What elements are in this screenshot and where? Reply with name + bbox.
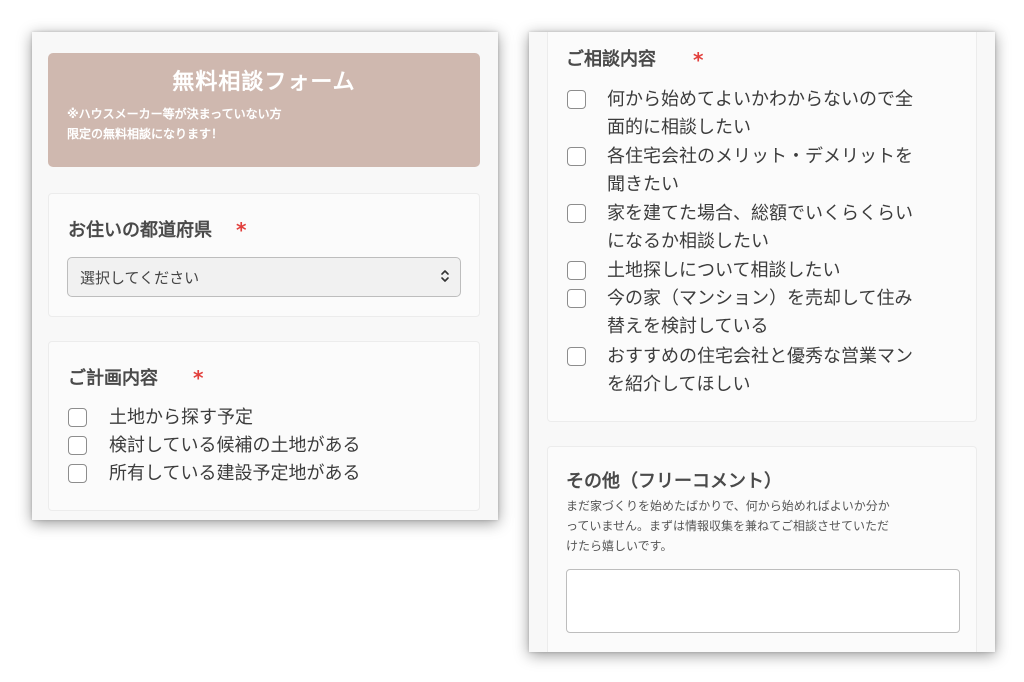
plan-section: ご計画内容 * 土地から探す予定 検討している候補の土地がある 所有している建設…	[48, 341, 480, 511]
consult-option-4-line1[interactable]: 土地探しについて相談したい	[607, 257, 840, 285]
consult-option-1-line1[interactable]: 何から始めてよいかわからないので全	[607, 86, 913, 114]
free-comment-textarea[interactable]	[566, 569, 960, 633]
required-mark: *	[193, 366, 204, 390]
consult-option-3-line1[interactable]: 家を建てた場合、総額でいくらくらい	[607, 200, 913, 228]
plan-checkbox-3[interactable]	[68, 464, 87, 483]
plan-option-2-label[interactable]: 検討している候補の土地がある	[109, 432, 360, 460]
consult-checkbox-3[interactable]	[567, 204, 586, 223]
plan-checkbox-1[interactable]	[68, 408, 87, 427]
consult-checkbox-1[interactable]	[567, 90, 586, 109]
form-title: 無料相談フォーム	[172, 70, 356, 95]
right-form-card: ご相談内容 * 何から始めてよいかわからないので全 面的に相談したい 各住宅会社…	[529, 32, 995, 652]
consult-option-5-line2[interactable]: 替えを検討している	[607, 313, 768, 341]
consult-option-2-line2[interactable]: 聞きたい	[607, 171, 679, 199]
consult-option-5-line1[interactable]: 今の家（マンション）を売却して住み	[607, 285, 912, 313]
prefecture-select[interactable]: 選択してください	[67, 257, 461, 297]
plan-option-3-label[interactable]: 所有している建設予定地がある	[109, 460, 360, 488]
consult-checkbox-6[interactable]	[567, 347, 586, 366]
plan-label: ご計画内容	[68, 368, 158, 389]
form-note-line1: ※ハウスメーカー等が決まっていない方	[67, 107, 282, 121]
form-header-banner: 無料相談フォーム ※ハウスメーカー等が決まっていない方 限定の無料相談になります…	[48, 53, 480, 167]
consult-option-1-line2[interactable]: 面的に相談したい	[607, 114, 751, 142]
consult-option-2-line1[interactable]: 各住宅会社のメリット・デメリットを	[607, 143, 913, 171]
consult-checkbox-2[interactable]	[567, 147, 586, 166]
consult-option-3-line2[interactable]: になるか相談したい	[607, 228, 769, 256]
prefecture-section: お住いの都道府県 * 選択してください	[48, 193, 480, 317]
other-section: その他（フリーコメント） まだ家づくりを始めたばかりで、何から始めればよいか分か…	[547, 446, 977, 652]
select-chevron-icon	[441, 270, 449, 282]
plan-option-1-label[interactable]: 土地から探す予定	[109, 404, 253, 432]
consult-checkbox-4[interactable]	[567, 261, 586, 280]
consult-option-6-line2[interactable]: を紹介してほしい	[607, 371, 750, 399]
other-label: その他（フリーコメント）	[566, 471, 782, 492]
form-note-line2: 限定の無料相談になります！	[67, 127, 224, 141]
prefecture-select-placeholder: 選択してください	[80, 269, 200, 287]
required-mark: *	[693, 48, 704, 72]
prefecture-label: お住いの都道府県	[68, 220, 212, 241]
consult-option-6-line1[interactable]: おすすめの住宅会社と優秀な営業マン	[607, 343, 913, 371]
other-hint-line2: っていません。まずは情報収集を兼ねてご相談させていただ	[566, 519, 890, 533]
consult-label: ご相談内容	[566, 49, 656, 70]
left-form-card: 無料相談フォーム ※ハウスメーカー等が決まっていない方 限定の無料相談になります…	[32, 32, 498, 520]
consult-checkbox-5[interactable]	[567, 289, 586, 308]
other-hint-line1: まだ家づくりを始めたばかりで、何から始めればよいか分か	[566, 499, 890, 513]
plan-checkbox-2[interactable]	[68, 436, 87, 455]
other-hint-line3: けたら嬉しいです。	[566, 539, 673, 553]
required-mark: *	[236, 218, 247, 242]
consult-section: ご相談内容 * 何から始めてよいかわからないので全 面的に相談したい 各住宅会社…	[547, 32, 977, 422]
